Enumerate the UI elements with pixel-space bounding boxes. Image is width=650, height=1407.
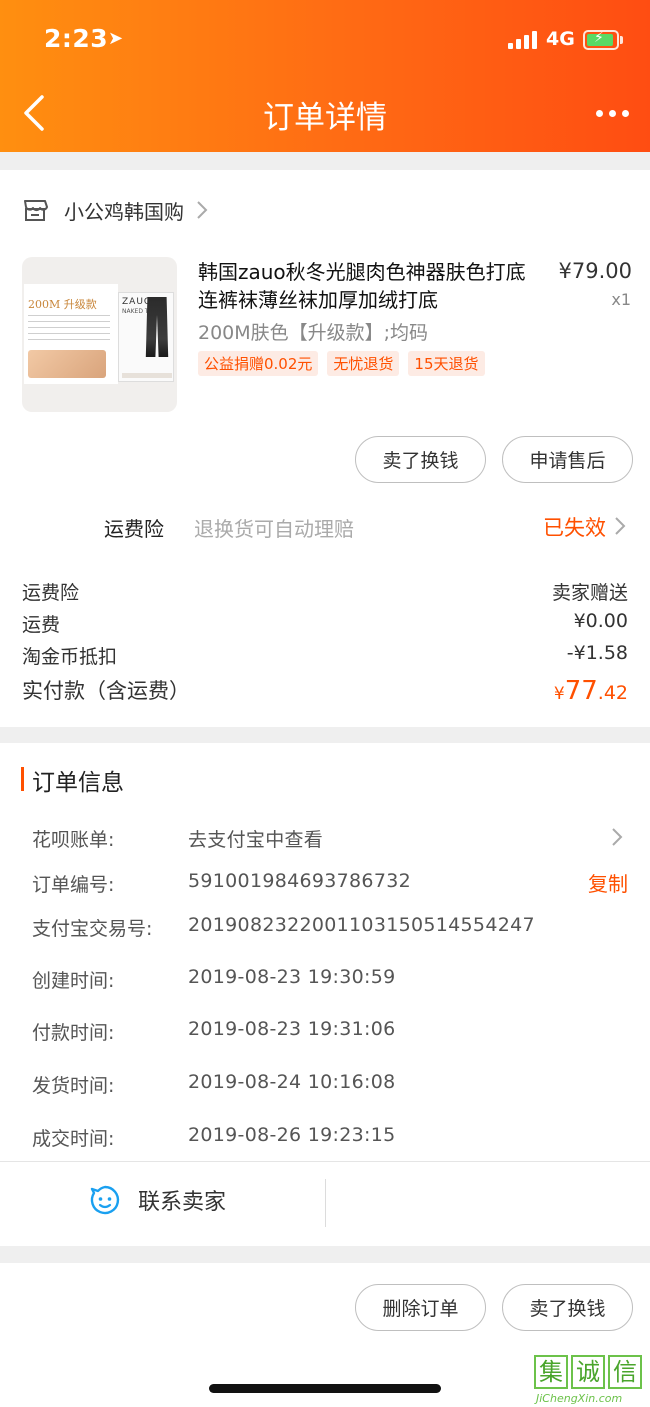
fee-value: 卖家赠送: [551, 582, 628, 604]
insurance-desc: 退换货可自动理赔: [194, 517, 354, 541]
shipping-insurance-row[interactable]: 运费险 退换货可自动理赔 已失效: [0, 510, 650, 546]
signal-icon: [508, 31, 540, 49]
thumb-tag: 200M 升级款: [28, 298, 97, 311]
divider: [0, 1161, 650, 1162]
info-key: 成交时间:: [32, 1128, 115, 1150]
service-tag: 无忧退货: [327, 351, 400, 376]
info-key: 发货时间:: [32, 1075, 115, 1097]
product-quantity: x1: [611, 290, 631, 309]
watermark-domain: JiChengXin.com: [536, 1392, 623, 1405]
watermark-char: 集: [534, 1355, 568, 1389]
order-info-card: 订单信息 花呗账单: 去支付宝中查看 订单编号: 591001984693786…: [0, 743, 650, 1246]
watermark-char: 信: [608, 1355, 642, 1389]
watermark-logo: 集 诚 信 JiChengXin.com: [532, 1355, 648, 1405]
status-time: 2:23: [44, 24, 109, 53]
more-icon[interactable]: [596, 110, 630, 120]
fee-value: ¥0.00: [573, 610, 628, 632]
battery-icon: ⚡: [583, 30, 619, 50]
store-icon: [24, 200, 48, 221]
network-type: 4G: [546, 28, 575, 50]
location-icon: ➤: [108, 28, 124, 49]
section-title: 订单信息: [32, 770, 124, 796]
shop-row[interactable]: 小公鸡韩国购: [22, 192, 208, 228]
fee-label: 运费险: [22, 582, 80, 604]
product-price: ¥79.00: [558, 259, 632, 283]
product-package: ZAUO NAKED TIGHTS: [118, 292, 174, 382]
info-value: 2019-08-23 19:31:06: [188, 1018, 396, 1040]
info-value: 2019-08-23 19:30:59: [188, 966, 396, 988]
chevron-right-icon: [615, 517, 626, 535]
info-key: 付款时间:: [32, 1022, 115, 1044]
info-value: 2019-08-26 19:23:15: [188, 1124, 396, 1146]
chat-face-icon: [90, 1185, 120, 1215]
info-key: 创建时间:: [32, 970, 115, 992]
page-title: 订单详情: [263, 100, 387, 136]
info-key: 支付宝交易号:: [32, 918, 153, 940]
shop-name: 小公鸡韩国购: [64, 199, 184, 224]
sell-button-bottom[interactable]: 卖了换钱: [502, 1284, 633, 1331]
battery-cap: [620, 36, 623, 44]
order-item-card: 小公鸡韩国购 200M 升级款 ZAUO NAKED TIGHTS 韩国zauo…: [0, 170, 650, 727]
total-amount: ¥77.42: [554, 676, 628, 706]
contact-seller-label: 联系卖家: [138, 1190, 227, 1215]
watermark-char: 诚: [571, 1355, 605, 1389]
total-currency: ¥: [553, 684, 565, 704]
total-decimal: .42: [597, 682, 628, 704]
info-value: 2019-08-24 10:16:08: [188, 1071, 396, 1093]
fee-label: 淘金币抵扣: [22, 646, 118, 668]
product-title[interactable]: 韩国zauo秋冬光腿肉色神器肤色打底连裤袜薄丝袜加厚加绒打底: [198, 258, 528, 314]
header: 2:23 ➤ 4G ⚡ 订单详情: [0, 0, 650, 152]
service-tags: 公益捐赠0.02元 无忧退货 15天退货: [198, 351, 485, 376]
info-value: 591001984693786732: [188, 870, 411, 892]
info-key: 订单编号:: [32, 874, 115, 896]
service-tag: 15天退货: [408, 351, 485, 376]
total-integer: 77: [564, 676, 598, 706]
delete-order-button[interactable]: 删除订单: [355, 1284, 486, 1331]
vertical-divider: [325, 1179, 326, 1227]
insurance-label: 运费险: [104, 517, 164, 541]
fee-label: 运费: [22, 614, 61, 636]
service-tag: 公益捐赠0.02元: [198, 351, 319, 376]
insurance-status: 已失效: [543, 516, 606, 540]
total-label: 实付款（含运费）: [22, 679, 190, 703]
contact-seller-button[interactable]: 联系卖家: [88, 1178, 226, 1222]
info-key: 花呗账单:: [32, 829, 115, 851]
chevron-right-icon: [612, 828, 623, 846]
chevron-right-icon: [197, 201, 208, 219]
home-indicator[interactable]: [209, 1384, 441, 1393]
product-sku: 200M肤色【升级款】;均码: [198, 322, 429, 344]
copy-button[interactable]: 复制: [588, 868, 628, 897]
info-value: 去支付宝中查看: [188, 829, 324, 851]
info-value: 2019082322001103150514554247: [188, 914, 535, 936]
product-thumbnail[interactable]: 200M 升级款 ZAUO NAKED TIGHTS: [22, 257, 177, 412]
sell-button[interactable]: 卖了换钱: [355, 436, 486, 483]
section-accent-bar: [21, 767, 24, 791]
after-sale-button[interactable]: 申请售后: [502, 436, 633, 483]
fee-value: -¥1.58: [566, 642, 628, 664]
